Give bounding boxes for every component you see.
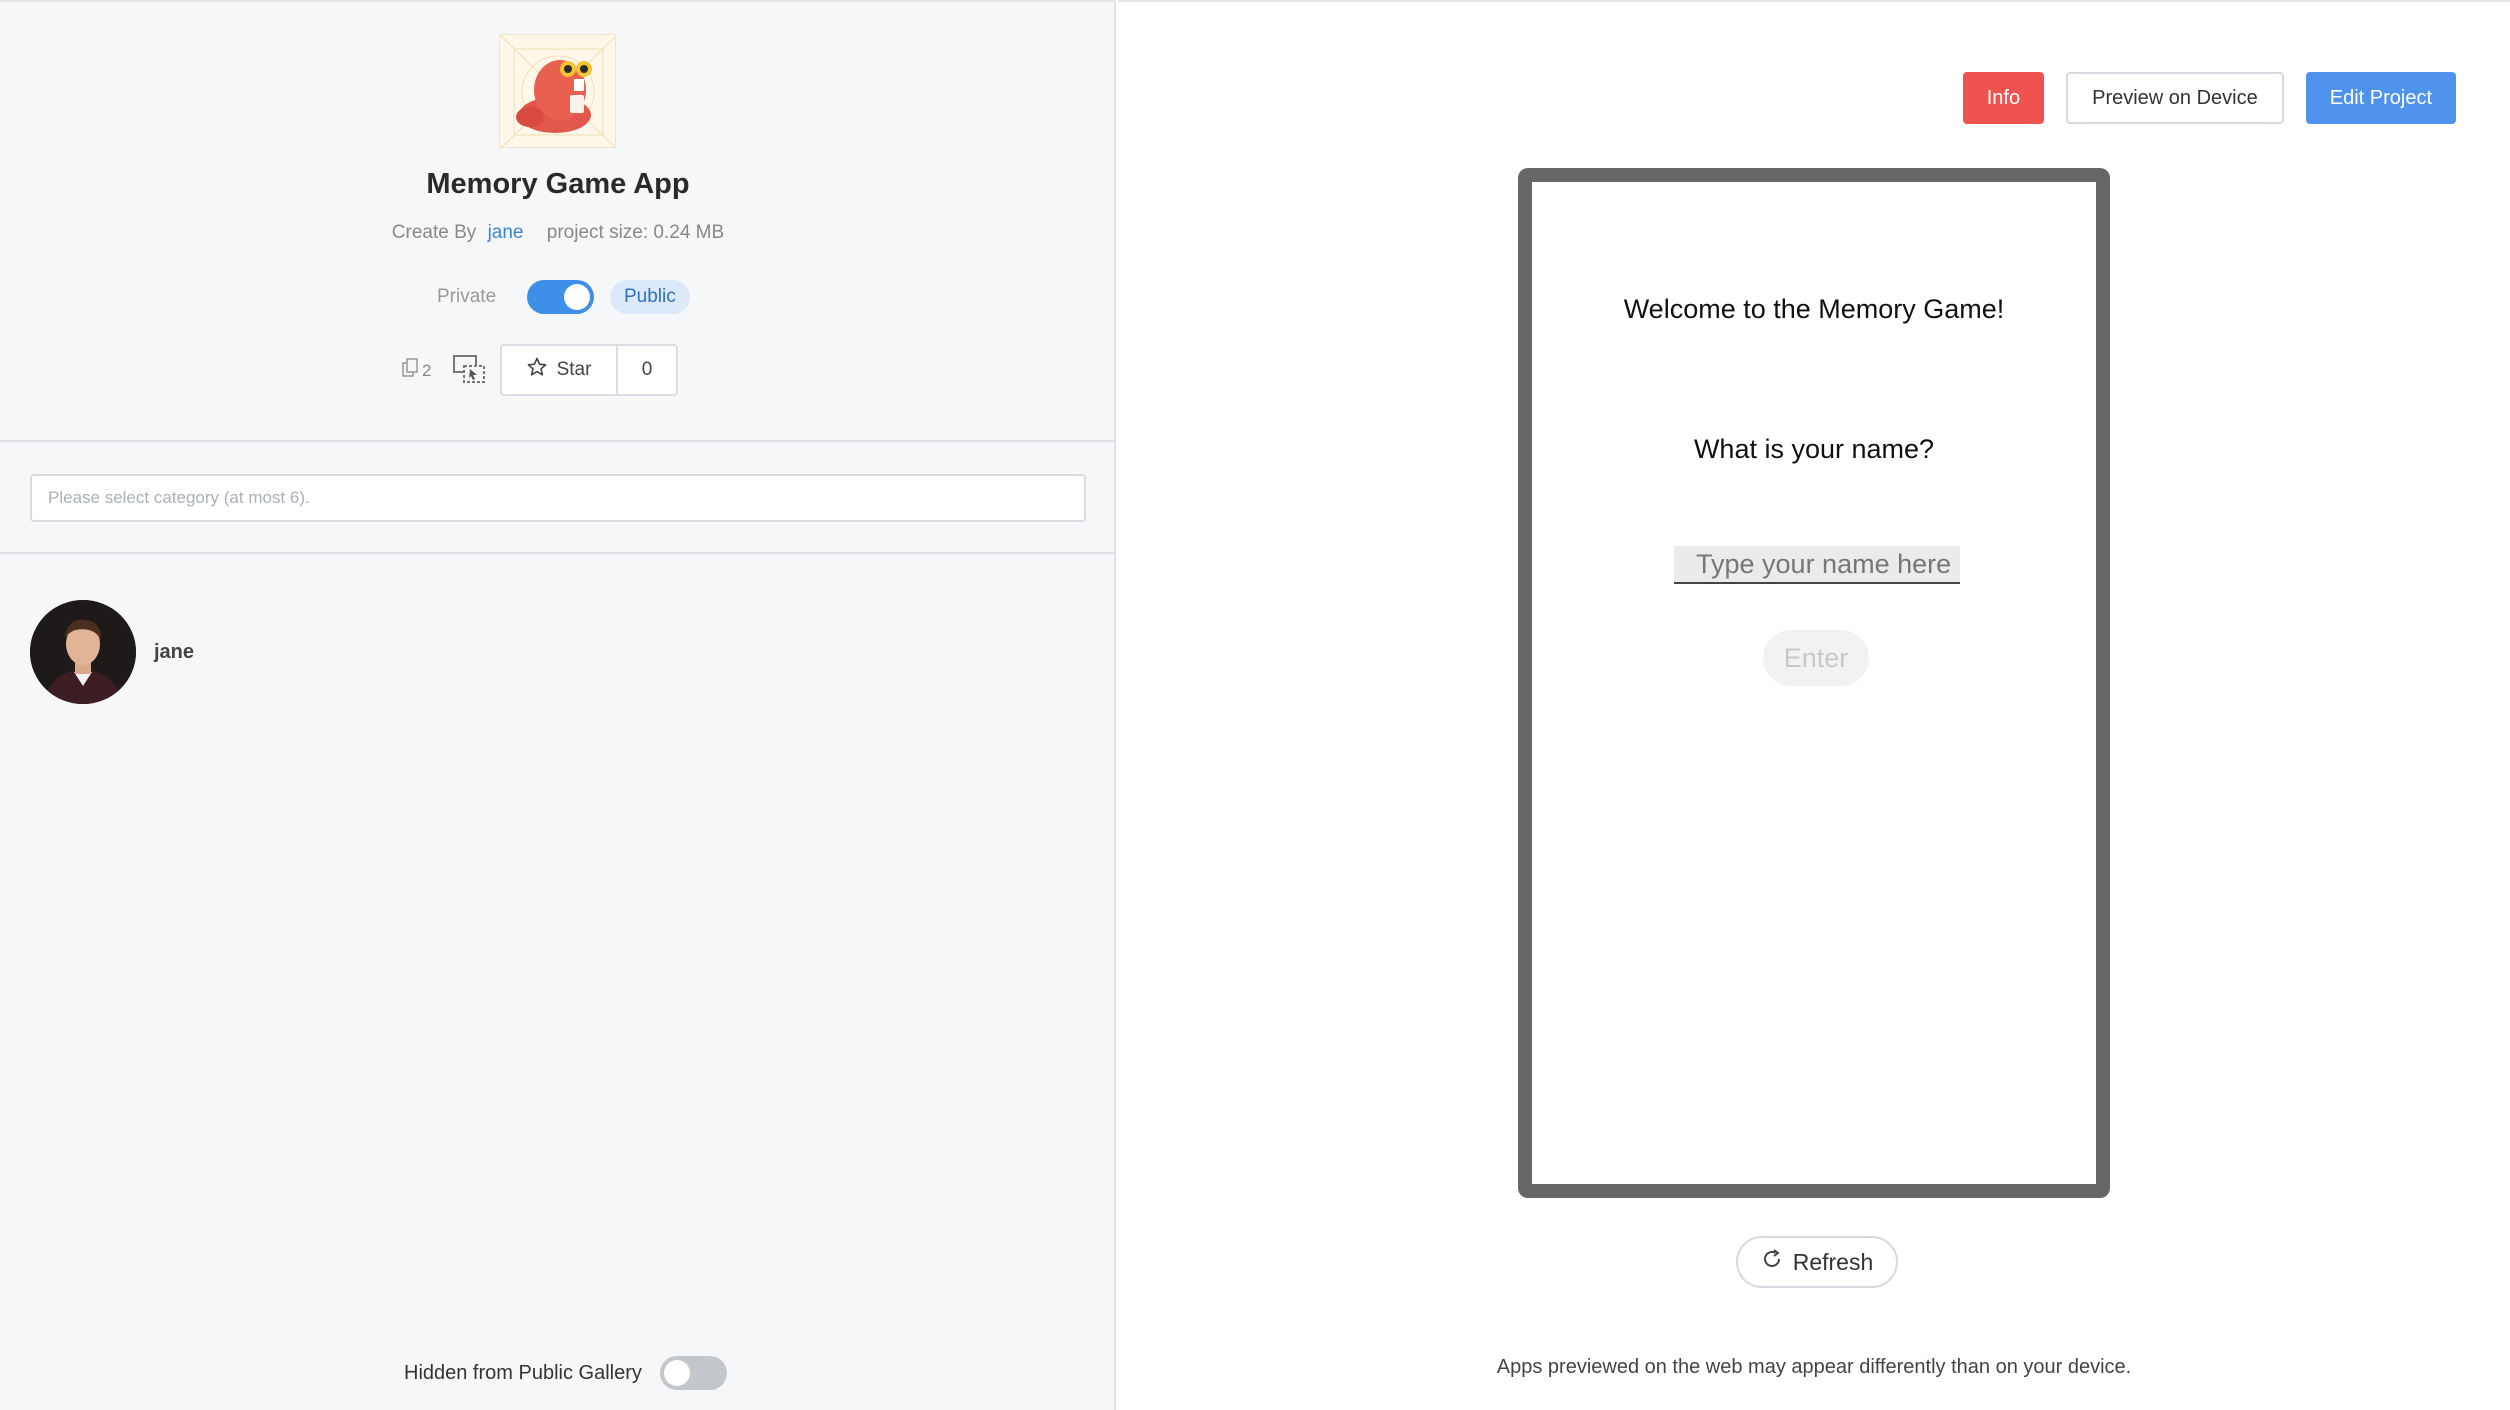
hidden-label: Hidden from Public Gallery xyxy=(404,1361,642,1384)
edit-project-button[interactable]: Edit Project xyxy=(2305,72,2456,124)
preview-note: Apps previewed on the web may appear dif… xyxy=(1496,1356,2132,1378)
divider xyxy=(0,440,1116,442)
created-by-label: Create By xyxy=(391,222,477,243)
divider xyxy=(0,552,1116,554)
device-frame: Welcome to the Memory Game! What is your… xyxy=(1518,168,2110,1198)
project-info-panel: Memory Game App Create By jane project s… xyxy=(0,0,1116,1410)
refresh-label: Refresh xyxy=(1792,1248,1874,1275)
toggle-knob xyxy=(564,284,590,310)
app-logo xyxy=(499,34,618,150)
visibility-toggle[interactable] xyxy=(527,280,594,314)
star-button[interactable]: Star xyxy=(502,346,618,394)
collaborator-name: jane xyxy=(154,640,195,663)
enter-button[interactable]: Enter xyxy=(1763,630,1869,686)
private-label: Private xyxy=(437,286,497,307)
star-icon xyxy=(527,357,547,383)
top-toolbar: Info Preview on Device Edit Project xyxy=(1962,72,2456,124)
refresh-button[interactable]: Refresh xyxy=(1736,1236,1898,1288)
hidden-from-gallery: Hidden from Public Gallery xyxy=(404,1356,727,1390)
project-title: Memory Game App xyxy=(426,168,690,200)
duplicate-button[interactable]: 2 xyxy=(402,358,431,383)
toggle-knob xyxy=(663,1360,690,1386)
star-group: Star 0 xyxy=(500,344,678,396)
info-button[interactable]: Info xyxy=(1962,72,2045,124)
refresh-icon xyxy=(1761,1248,1783,1276)
preview-on-device-button[interactable]: Preview on Device xyxy=(2066,72,2284,124)
duplicate-icon xyxy=(402,358,420,383)
name-input[interactable]: Type your name here xyxy=(1674,546,1960,584)
avatar xyxy=(30,600,136,704)
category-select[interactable]: Please select category (at most 6). xyxy=(30,474,1086,522)
star-count: 0 xyxy=(641,359,653,380)
project-actions: 2 Star 0 xyxy=(0,344,1116,396)
duplicate-count: 2 xyxy=(422,360,432,380)
welcome-text: Welcome to the Memory Game! xyxy=(1623,294,2005,324)
project-size: project size: 0.24 MB xyxy=(546,222,725,243)
hidden-toggle[interactable] xyxy=(659,1356,727,1390)
public-badge: Public xyxy=(610,280,690,314)
author-link[interactable]: jane xyxy=(488,222,524,243)
visibility-control: Private Public xyxy=(0,280,1116,316)
collaborator-item[interactable]: jane xyxy=(30,600,194,704)
question-text: What is your name? xyxy=(1693,434,1935,464)
project-meta: Create By jane project size: 0.24 MB xyxy=(0,222,1116,244)
star-label: Star xyxy=(556,359,592,380)
preview-panel: Info Preview on Device Edit Project Welc… xyxy=(1118,0,2510,1410)
screen-cast-icon[interactable] xyxy=(452,354,486,386)
